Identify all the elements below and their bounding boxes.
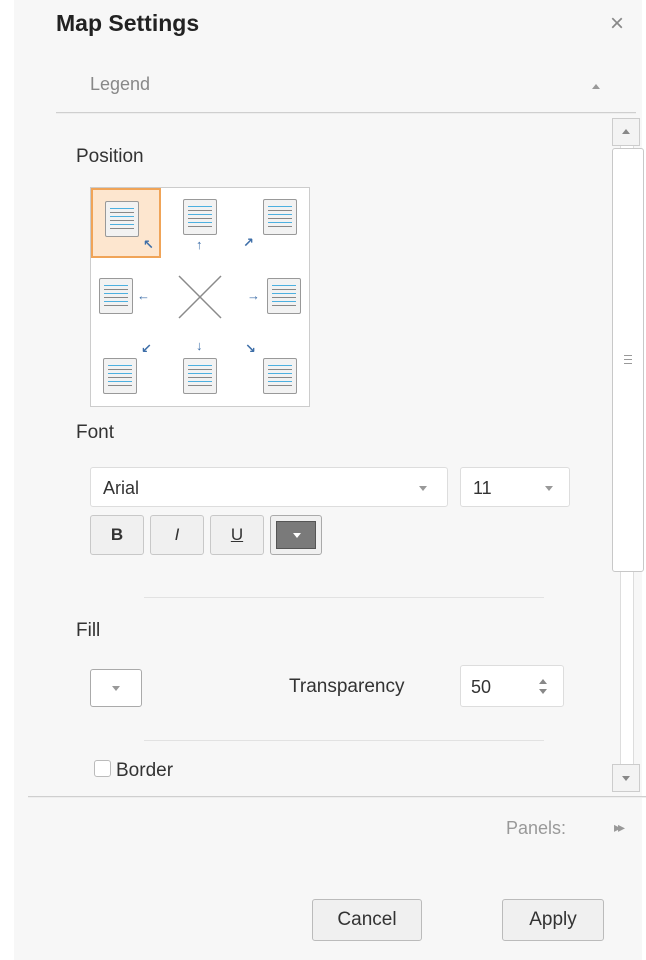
arrow-up-left-icon: ↖ <box>143 237 154 252</box>
transparency-label: Transparency <box>289 676 405 697</box>
scrollbar-thumb[interactable] <box>612 148 644 572</box>
arrow-left-icon: ← <box>137 288 150 303</box>
chevron-down-icon <box>112 686 120 691</box>
close-icon[interactable]: × <box>610 12 624 36</box>
position-bottom-left[interactable]: ↙ <box>91 336 161 406</box>
position-grid: ↖ ↑ ↗ ← → ↙ ↓ ↘ <box>90 187 310 407</box>
legend-section-header[interactable]: Legend <box>56 66 616 108</box>
legend-doc-icon <box>103 358 137 394</box>
expand-panels-icon[interactable]: ▸▸ <box>614 819 625 836</box>
decrement-icon[interactable] <box>539 689 547 694</box>
apply-button[interactable]: Apply <box>502 899 604 941</box>
arrow-down-icon: ↓ <box>196 338 203 353</box>
scroll-up-button[interactable] <box>612 118 640 146</box>
position-top-left[interactable]: ↖ <box>91 188 161 258</box>
no-position-x-icon <box>178 275 222 319</box>
legend-doc-icon <box>183 199 217 235</box>
border-label: Border <box>116 760 174 781</box>
font-family-value: Arial <box>103 478 140 498</box>
position-top-center[interactable]: ↑ <box>165 188 235 258</box>
bold-button[interactable]: B <box>90 515 144 555</box>
italic-button[interactable]: I <box>150 515 204 555</box>
position-label: Position <box>76 146 144 167</box>
increment-icon[interactable] <box>539 679 547 684</box>
panels-label: Panels: <box>506 818 567 838</box>
arrow-right-icon: → <box>247 288 260 303</box>
font-color-swatch <box>276 521 316 549</box>
scroll-down-button[interactable] <box>612 764 640 792</box>
position-none[interactable] <box>165 262 235 332</box>
legend-doc-icon <box>99 278 133 314</box>
divider <box>144 740 544 741</box>
chevron-down-icon <box>545 486 553 491</box>
grip-icon <box>624 355 632 356</box>
legend-doc-icon <box>183 358 217 394</box>
transparency-value: 50 <box>471 677 492 697</box>
arrow-up-right-icon: ↗ <box>243 235 254 250</box>
arrow-down-right-icon: ↘ <box>245 341 256 356</box>
map-settings-dialog: Map Settings × Legend Position ↖ ↑ ↗ ← →… <box>14 0 646 960</box>
border-checkbox[interactable] <box>94 760 111 777</box>
divider <box>144 597 544 598</box>
cancel-button[interactable]: Cancel <box>312 899 422 941</box>
divider <box>28 796 646 797</box>
font-size-select[interactable]: 11 <box>460 467 570 507</box>
font-color-button[interactable] <box>270 515 322 555</box>
chevron-down-icon <box>419 486 427 491</box>
font-family-select[interactable]: Arial <box>90 467 448 507</box>
position-bottom-center[interactable]: ↓ <box>165 336 235 406</box>
position-top-right[interactable]: ↗ <box>239 188 309 258</box>
divider <box>56 112 636 113</box>
dialog-title: Map Settings <box>56 10 200 36</box>
legend-doc-icon <box>263 199 297 235</box>
position-middle-right[interactable]: → <box>239 262 309 332</box>
fill-color-button[interactable] <box>90 669 142 707</box>
section-title: Legend <box>90 74 151 94</box>
font-size-value: 11 <box>473 478 492 498</box>
legend-doc-icon <box>263 358 297 394</box>
position-bottom-right[interactable]: ↘ <box>239 336 309 406</box>
collapse-caret-icon[interactable] <box>592 84 600 89</box>
arrow-up-icon: ↑ <box>196 237 203 252</box>
underline-button[interactable]: U <box>210 515 264 555</box>
arrow-down-left-icon: ↙ <box>141 341 152 356</box>
font-label: Font <box>76 422 115 443</box>
transparency-stepper[interactable]: 50 <box>460 665 564 707</box>
position-middle-left[interactable]: ← <box>91 262 161 332</box>
legend-doc-icon <box>105 201 139 237</box>
fill-label: Fill <box>76 620 101 641</box>
legend-doc-icon <box>267 278 301 314</box>
